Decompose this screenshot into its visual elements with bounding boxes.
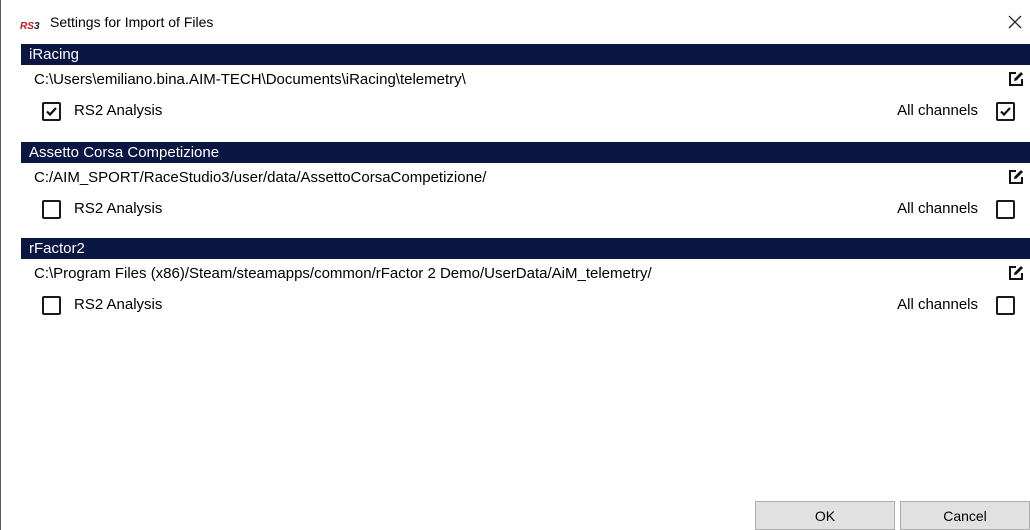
close-icon: [1008, 15, 1022, 29]
path-row: C:/AIM_SPORT/RaceStudio3/user/data/Asset…: [21, 164, 1030, 190]
all-channels-checkbox[interactable]: [996, 200, 1015, 219]
options-row: RS2 Analysis All channels: [21, 194, 1030, 224]
path-row: C:\Users\emiliano.bina.AIM-TECH\Document…: [21, 66, 1030, 92]
path-row: C:\Program Files (x86)/Steam/steamapps/c…: [21, 260, 1030, 286]
rs2-analysis-checkbox[interactable]: [42, 102, 61, 121]
all-channels-label: All channels: [897, 102, 978, 119]
rs2-analysis-label: RS2 Analysis: [74, 200, 163, 217]
svg-text:RS: RS: [20, 21, 34, 31]
edit-icon: [1009, 266, 1023, 280]
folder-path: C:\Users\emiliano.bina.AIM-TECH\Document…: [34, 71, 466, 88]
edit-icon: [1009, 170, 1023, 184]
folder-path: C:/AIM_SPORT/RaceStudio3/user/data/Asset…: [34, 169, 487, 186]
rs2-analysis-label: RS2 Analysis: [74, 296, 163, 313]
section-header: iRacing: [21, 44, 1030, 65]
options-row: RS2 Analysis All channels: [21, 290, 1030, 320]
all-channels-label: All channels: [897, 200, 978, 217]
checkmark-icon: [1000, 107, 1011, 117]
rs2-analysis-checkbox[interactable]: [42, 296, 61, 315]
folder-path: C:\Program Files (x86)/Steam/steamapps/c…: [34, 265, 652, 282]
edit-path-button[interactable]: [1007, 264, 1025, 282]
ok-button[interactable]: OK: [755, 501, 895, 530]
edit-icon: [1009, 72, 1023, 86]
window-title: Settings for Import of Files: [50, 14, 214, 30]
edit-path-button[interactable]: [1007, 168, 1025, 186]
section-header: Assetto Corsa Competizione: [21, 142, 1030, 163]
edit-path-button[interactable]: [1007, 70, 1025, 88]
rs3-icon: RS 3: [20, 18, 43, 32]
options-row: RS2 Analysis All channels: [21, 96, 1030, 126]
all-channels-checkbox[interactable]: [996, 102, 1015, 121]
import-settings-dialog: RS 3 Settings for Import of Files iRacin…: [0, 0, 1030, 530]
cancel-button[interactable]: Cancel: [900, 501, 1030, 530]
rs2-analysis-checkbox[interactable]: [42, 200, 61, 219]
rs2-analysis-label: RS2 Analysis: [74, 102, 163, 119]
title-bar: RS 3 Settings for Import of Files: [1, 0, 1030, 40]
close-button[interactable]: [1001, 9, 1029, 35]
all-channels-label: All channels: [897, 296, 978, 313]
svg-text:3: 3: [34, 21, 40, 31]
section-header: rFactor2: [21, 238, 1030, 259]
checkmark-icon: [46, 107, 57, 117]
all-channels-checkbox[interactable]: [996, 296, 1015, 315]
